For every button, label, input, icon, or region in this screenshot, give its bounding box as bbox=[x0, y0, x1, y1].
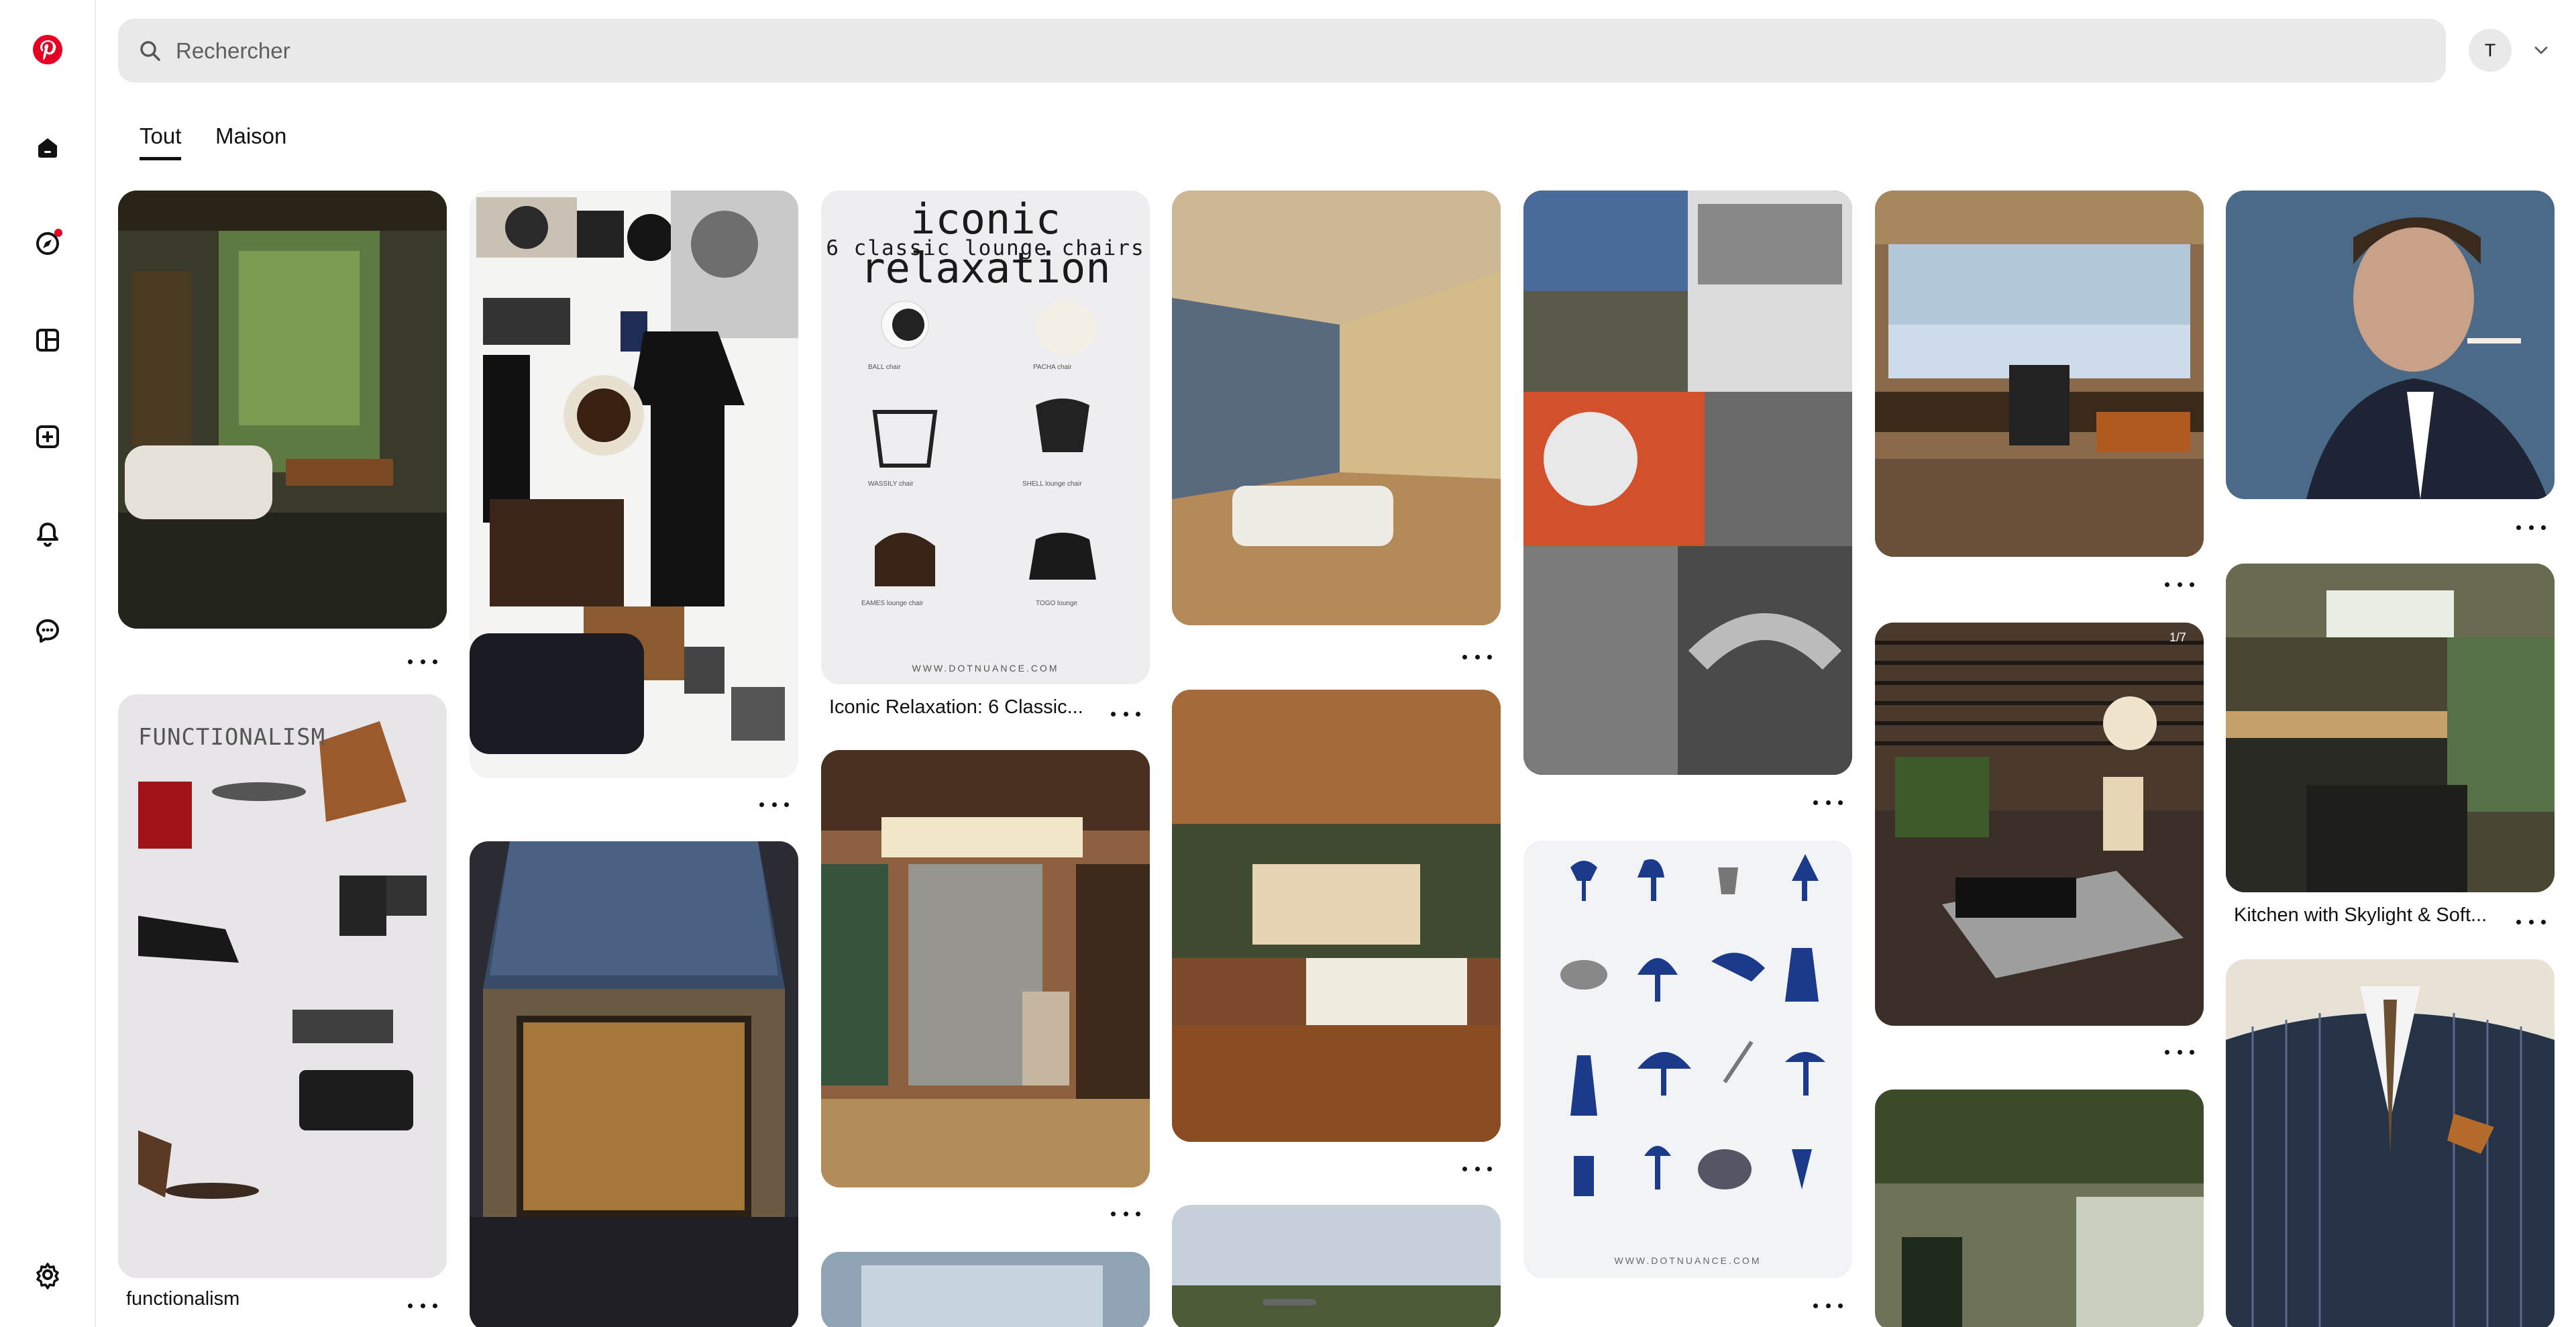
pin-image[interactable] bbox=[2226, 564, 2555, 892]
pin-image[interactable] bbox=[2226, 191, 2555, 499]
more-options-button[interactable] bbox=[1813, 793, 1843, 812]
pin-title[interactable]: Iconic Relaxation: 6 Classic... bbox=[829, 696, 1083, 719]
search-icon bbox=[140, 40, 160, 61]
more-options-button[interactable] bbox=[2165, 575, 2194, 594]
tab-tout[interactable]: Tout bbox=[140, 123, 182, 160]
bell-icon[interactable] bbox=[28, 514, 68, 554]
pin-overlay-text: FUNCTIONALISM bbox=[138, 724, 326, 751]
pin-image[interactable]: WWW.DOTNUANCE.COM bbox=[1523, 841, 1852, 1278]
pin-image[interactable] bbox=[118, 191, 447, 629]
pin-image[interactable] bbox=[1172, 1205, 1501, 1327]
more-options-button[interactable] bbox=[1462, 647, 1492, 666]
more-options-button[interactable] bbox=[2516, 518, 2546, 537]
more-options-button[interactable] bbox=[408, 652, 437, 671]
pin-image[interactable] bbox=[470, 191, 798, 778]
search-bar[interactable] bbox=[118, 19, 2446, 83]
home-icon[interactable] bbox=[28, 127, 68, 167]
more-options-button[interactable] bbox=[1462, 1159, 1492, 1178]
board-icon[interactable] bbox=[28, 320, 68, 360]
tab-maison[interactable]: Maison bbox=[215, 123, 286, 149]
pin-image[interactable] bbox=[1523, 191, 1852, 775]
pin-overlay-subtitle: 6 classic lounge chairs bbox=[826, 236, 1145, 260]
pin-overlay-url: WWW.DOTNUANCE.COM bbox=[912, 663, 1059, 674]
more-options-button[interactable] bbox=[2165, 1043, 2194, 1061]
pin-page-badge: 1/7 bbox=[2169, 631, 2186, 644]
pin-image[interactable] bbox=[1172, 191, 1501, 625]
plus-icon[interactable] bbox=[28, 417, 68, 457]
pin-image[interactable] bbox=[821, 750, 1150, 1187]
more-options-button[interactable] bbox=[1813, 1296, 1843, 1315]
pin-image[interactable] bbox=[2226, 959, 2555, 1327]
pin-image[interactable] bbox=[1875, 1090, 2204, 1327]
chevron-down-icon[interactable] bbox=[2528, 37, 2555, 64]
pin-image[interactable]: 1/7 bbox=[1875, 623, 2204, 1026]
pin-title[interactable]: functionalism bbox=[126, 1288, 239, 1310]
pin-image[interactable]: FUNCTIONALISM bbox=[118, 694, 447, 1278]
pin-image[interactable] bbox=[1172, 690, 1501, 1142]
more-options-button[interactable] bbox=[408, 1296, 437, 1315]
left-navigation-rail bbox=[0, 0, 96, 1327]
pin-image[interactable] bbox=[821, 1252, 1150, 1327]
chair-label: PACHA chair bbox=[1033, 364, 1072, 371]
chair-label: BALL chair bbox=[868, 364, 901, 371]
account-avatar[interactable]: T bbox=[2469, 29, 2512, 72]
pin-image[interactable] bbox=[1875, 191, 2204, 557]
more-options-button[interactable] bbox=[1111, 704, 1140, 723]
notification-dot bbox=[54, 229, 62, 237]
chair-label: WASSILY chair bbox=[868, 480, 914, 488]
chair-label: TOGO lounge bbox=[1036, 600, 1078, 607]
gear-icon[interactable] bbox=[28, 1255, 68, 1295]
pin-image[interactable] bbox=[470, 841, 798, 1327]
more-options-button[interactable] bbox=[759, 795, 789, 814]
chair-label: SHELL lounge chair bbox=[1022, 480, 1082, 488]
more-options-button[interactable] bbox=[1111, 1204, 1140, 1223]
pin-overlay-url: WWW.DOTNUANCE.COM bbox=[1614, 1255, 1762, 1266]
pinterest-logo-icon[interactable] bbox=[28, 30, 68, 70]
chat-icon[interactable] bbox=[28, 611, 68, 651]
search-input[interactable] bbox=[176, 38, 2390, 64]
compass-icon[interactable] bbox=[28, 223, 68, 264]
more-options-button[interactable] bbox=[2516, 912, 2546, 931]
pin-title[interactable]: Kitchen with Skylight & Soft... bbox=[2234, 904, 2487, 926]
chair-label: EAMES lounge chair bbox=[861, 600, 924, 607]
pin-image[interactable]: iconic relaxation 6 classic lounge chair… bbox=[821, 191, 1150, 684]
